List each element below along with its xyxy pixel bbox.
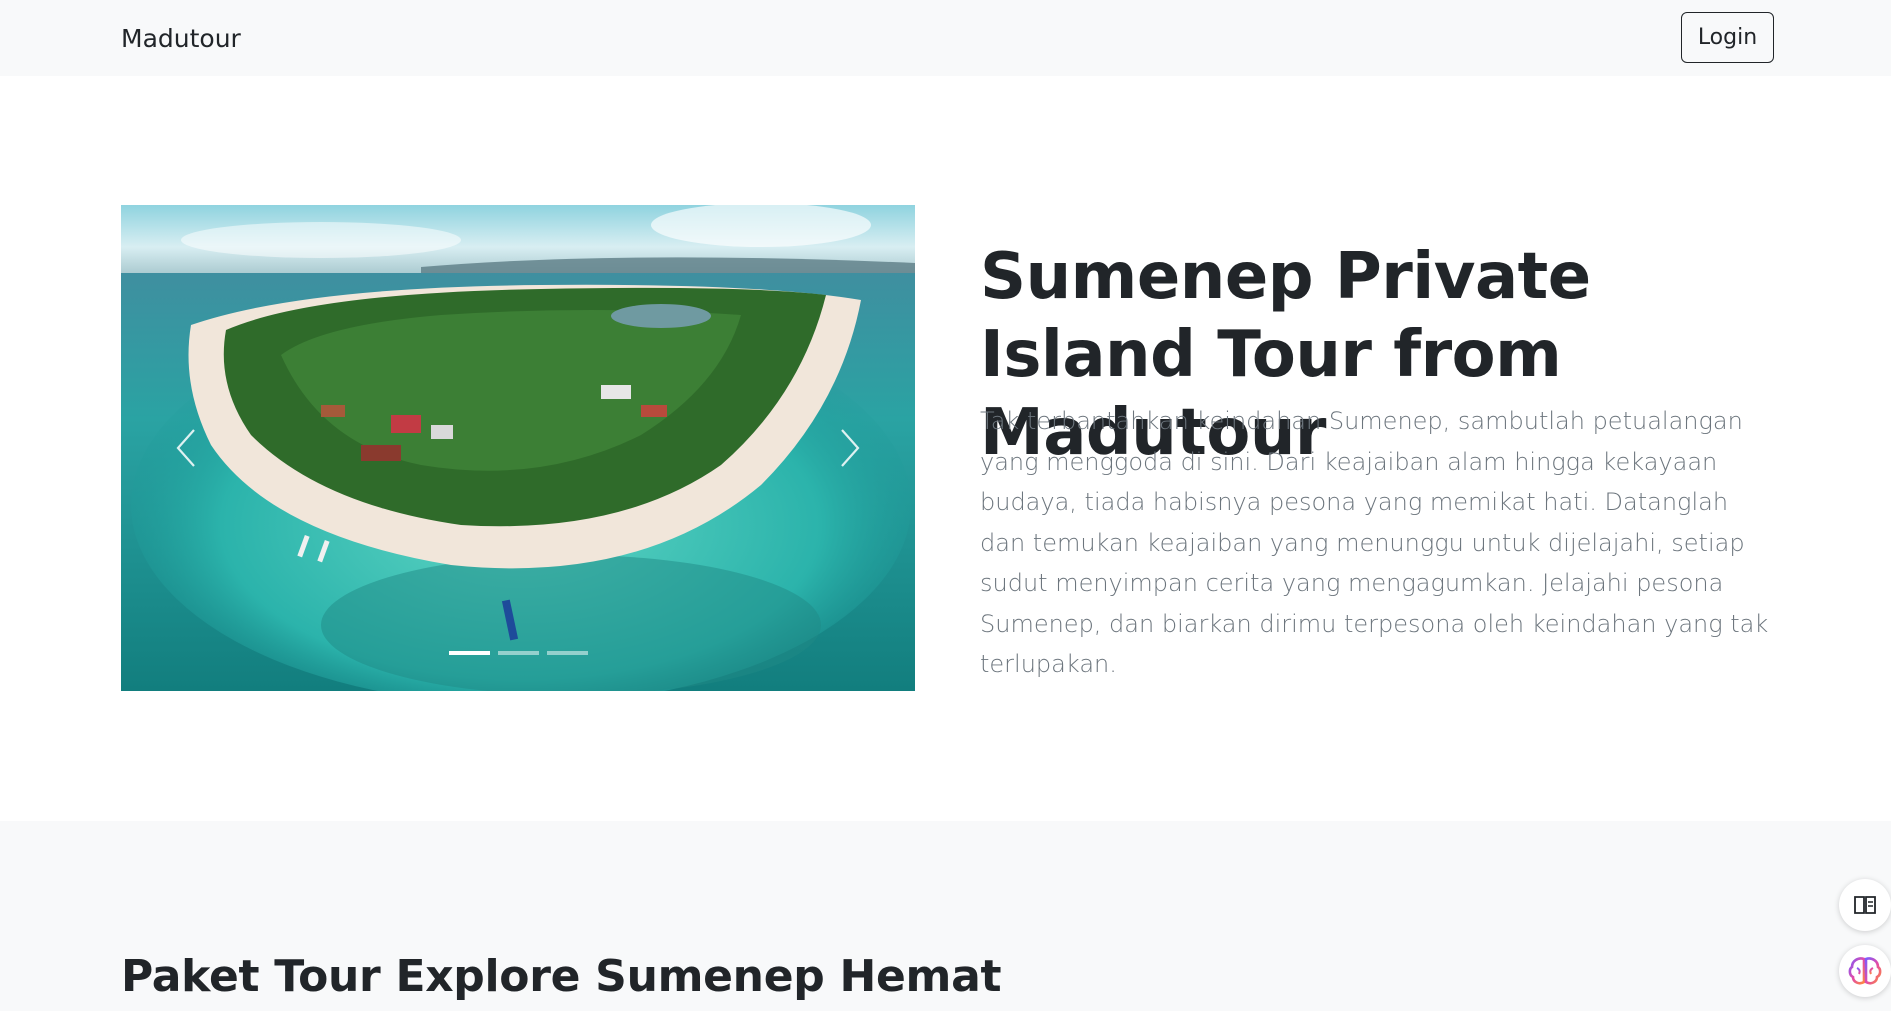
navbar: Madutour Login xyxy=(0,0,1891,76)
hero-description: Tak terbantahkan keindahan Sumenep, samb… xyxy=(980,407,1769,678)
carousel-indicators xyxy=(449,651,589,659)
packages-title: Paket Tour Explore Sumenep Hemat xyxy=(121,951,1002,1002)
carousel-indicator-3[interactable] xyxy=(547,651,588,655)
book-reader-icon xyxy=(1854,896,1876,914)
carousel-indicator-1[interactable] xyxy=(449,651,490,655)
image-carousel xyxy=(121,205,915,691)
carousel-indicator-2[interactable] xyxy=(498,651,539,655)
brand-logo-text[interactable]: Madutour xyxy=(121,24,241,54)
chevron-left-icon xyxy=(176,429,195,467)
ai-assistant-button[interactable] xyxy=(1839,945,1891,997)
carousel-next-button[interactable] xyxy=(815,410,885,486)
packages-section: Paket Tour Explore Sumenep Hemat xyxy=(0,821,1891,1011)
carousel-slide-image xyxy=(121,205,915,691)
reader-mode-button[interactable] xyxy=(1839,879,1891,931)
brain-icon xyxy=(1848,957,1882,985)
chevron-right-icon xyxy=(841,429,860,467)
carousel-prev-button[interactable] xyxy=(151,410,221,486)
login-button[interactable]: Login xyxy=(1681,12,1774,63)
